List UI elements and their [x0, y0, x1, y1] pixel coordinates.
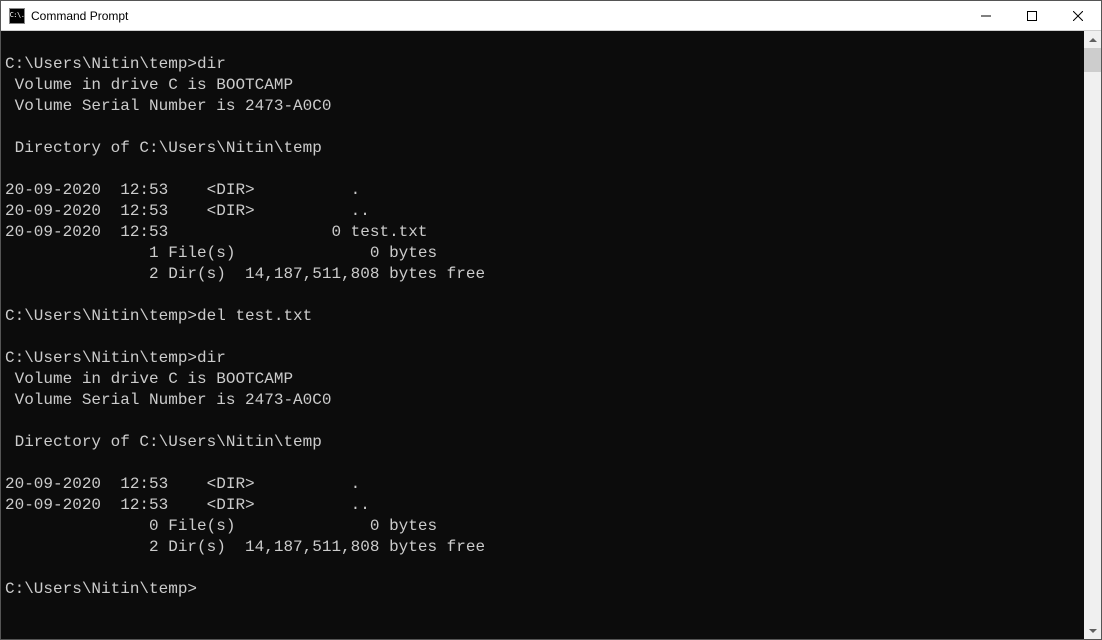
minimize-icon [981, 11, 991, 21]
scroll-thumb[interactable] [1084, 48, 1101, 72]
close-icon [1073, 11, 1083, 21]
window-controls [963, 1, 1101, 30]
maximize-icon [1027, 11, 1037, 21]
close-button[interactable] [1055, 1, 1101, 30]
scrollbar[interactable] [1084, 31, 1101, 639]
scroll-up-button[interactable] [1084, 31, 1101, 48]
maximize-button[interactable] [1009, 1, 1055, 30]
titlebar: C:\. Command Prompt [1, 1, 1101, 31]
app-icon: C:\. [9, 8, 25, 24]
terminal-container: C:\Users\Nitin\temp>dir Volume in drive … [1, 31, 1101, 639]
app-icon-text: C:\. [10, 12, 25, 19]
window-title: Command Prompt [31, 9, 963, 23]
terminal-output[interactable]: C:\Users\Nitin\temp>dir Volume in drive … [1, 31, 1084, 639]
scroll-track[interactable] [1084, 48, 1101, 622]
chevron-down-icon [1089, 629, 1097, 633]
minimize-button[interactable] [963, 1, 1009, 30]
scroll-down-button[interactable] [1084, 622, 1101, 639]
chevron-up-icon [1089, 38, 1097, 42]
